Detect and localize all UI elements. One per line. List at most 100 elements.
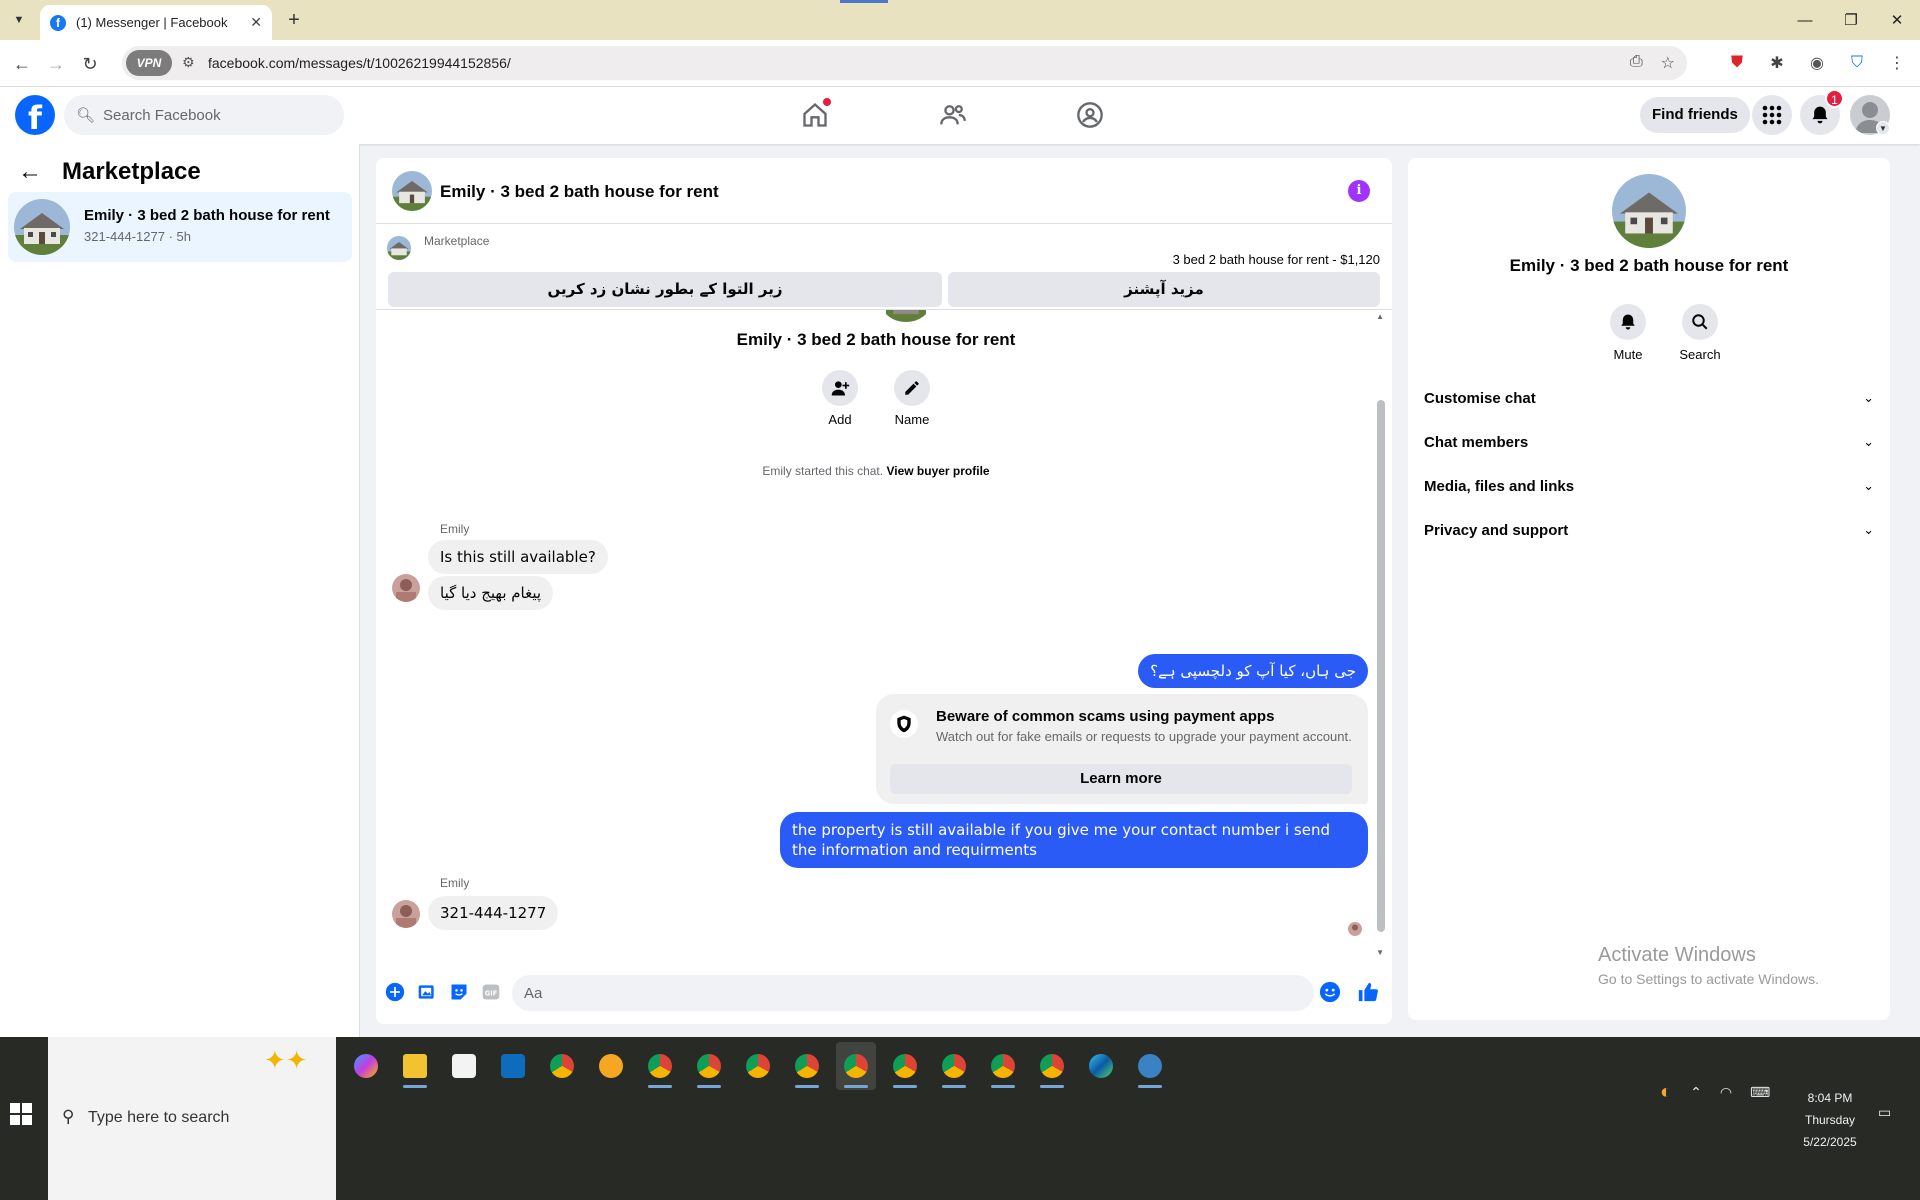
- search-action[interactable]: Search: [1670, 304, 1730, 362]
- taskbar-clock[interactable]: 8:04 PM Thursday 5/22/2025: [1790, 1087, 1870, 1153]
- scam-description: Watch out for fake emails or requests to…: [936, 729, 1352, 744]
- site-info-icon[interactable]: ⚙: [182, 54, 195, 71]
- taskbar-search[interactable]: ⚲ Type here to search ✦✦: [48, 1037, 336, 1200]
- ms-store-icon[interactable]: [444, 1042, 484, 1090]
- browser-menu-icon[interactable]: ⋮: [1886, 52, 1908, 74]
- show-hidden-icons-icon[interactable]: ⌃: [1690, 1084, 1702, 1101]
- listing-thumbnail: [14, 199, 70, 255]
- conversation-item[interactable]: Emily · 3 bed 2 bath house for rent 321-…: [8, 192, 352, 262]
- message-incoming-3[interactable]: 321-444-1277: [428, 896, 559, 930]
- message-input[interactable]: [512, 975, 1314, 1011]
- yellow-app-icon[interactable]: [591, 1042, 631, 1090]
- profile-icon[interactable]: ◉: [1806, 52, 1828, 74]
- find-friends-button[interactable]: Find friends: [1640, 97, 1750, 133]
- sender-avatar-2[interactable]: [392, 900, 420, 928]
- nav-home[interactable]: [795, 97, 835, 133]
- nav-groups[interactable]: [1070, 97, 1110, 133]
- message-scrollbar[interactable]: [1377, 400, 1385, 932]
- listing-title-price[interactable]: 3 bed 2 bath house for rent - $1,120: [1173, 252, 1380, 267]
- extensions-puzzle-icon[interactable]: ✱: [1766, 52, 1788, 74]
- back-icon[interactable]: ←: [10, 52, 34, 76]
- browser-tab-messenger[interactable]: f (1) Messenger | Facebook ✕: [40, 5, 272, 40]
- details-thumbnail[interactable]: [1612, 174, 1686, 248]
- photo-icon[interactable]: [416, 981, 438, 1003]
- message-list[interactable]: Emily · 3 bed 2 bath house for rent Add …: [376, 310, 1392, 961]
- chrome-profile-5-icon[interactable]: [836, 1042, 876, 1090]
- blue-app-icon[interactable]: [1130, 1042, 1170, 1090]
- file-explorer-icon[interactable]: [395, 1042, 435, 1090]
- accordion-media-files-links[interactable]: Media, files and links ⌄: [1424, 468, 1874, 504]
- chevron-down-icon: ⌄: [1863, 390, 1874, 405]
- reload-icon[interactable]: ↻: [78, 52, 102, 76]
- message-outgoing-2[interactable]: the property is still available if you g…: [780, 812, 1368, 868]
- plus-icon[interactable]: [384, 981, 406, 1003]
- forward-icon[interactable]: →: [44, 52, 68, 76]
- mark-pending-button[interactable]: زیر التوا کے بطور نشان زد کریں: [388, 272, 942, 307]
- weather-icon[interactable]: ◐: [1660, 1081, 1672, 1104]
- account-chevron-down-icon[interactable]: ▼: [1876, 121, 1890, 135]
- tab-search-chevron-icon[interactable]: ▼: [6, 9, 32, 31]
- chrome-icon[interactable]: [542, 1042, 582, 1090]
- learn-more-button[interactable]: Learn more: [890, 764, 1352, 794]
- sticker-icon[interactable]: [448, 981, 470, 1003]
- restore-window-icon[interactable]: ❐: [1828, 0, 1874, 40]
- notification-center-icon[interactable]: ▭: [1878, 1104, 1900, 1126]
- message-incoming-2[interactable]: پیغام بھیج دیا گیا: [428, 576, 554, 610]
- scroll-down-icon[interactable]: ▼: [1376, 948, 1384, 957]
- facebook-logo-icon[interactable]: f: [15, 95, 55, 135]
- chat-header-thumbnail[interactable]: [392, 171, 432, 211]
- copilot-icon[interactable]: [346, 1042, 386, 1090]
- facebook-search-input[interactable]: [103, 106, 324, 124]
- search-icon: 🔍︎: [76, 107, 96, 124]
- minimize-window-icon[interactable]: —: [1782, 0, 1828, 40]
- chrome-profile-2-icon[interactable]: [689, 1042, 729, 1090]
- vpn-badge[interactable]: VPN: [126, 50, 172, 76]
- windows-start-icon[interactable]: [10, 1103, 36, 1129]
- password-manager-icon[interactable]: ⛉: [1846, 52, 1868, 74]
- taskbar-apps: [346, 1042, 1170, 1090]
- chrome-profile-1-icon[interactable]: [640, 1042, 680, 1090]
- menu-grid-button[interactable]: [1752, 95, 1792, 135]
- thumbs-up-icon[interactable]: [1357, 981, 1379, 1003]
- edge-icon[interactable]: [1081, 1042, 1121, 1090]
- add-people-action[interactable]: Add: [810, 370, 870, 427]
- facebook-header: f 🔍︎ Find friends 1 ▼: [0, 87, 1920, 144]
- facebook-search[interactable]: 🔍︎: [64, 95, 344, 135]
- more-options-button[interactable]: مزید آپشنز: [948, 272, 1380, 307]
- chrome-profile-9-icon[interactable]: [1032, 1042, 1072, 1090]
- chrome-profile-6-icon[interactable]: [885, 1042, 925, 1090]
- keyboard-icon[interactable]: ⌨: [1750, 1084, 1770, 1101]
- url-text[interactable]: facebook.com/messages/t/1002621994415285…: [208, 55, 511, 71]
- message-outgoing-1[interactable]: جی ہاں، کیا آپ کو دلچسپی ہے؟: [1138, 654, 1368, 688]
- chat-title[interactable]: Emily · 3 bed 2 bath house for rent: [440, 182, 719, 202]
- nav-friends[interactable]: [933, 97, 973, 133]
- network-icon[interactable]: ◠: [1720, 1084, 1732, 1101]
- back-arrow-icon[interactable]: ←: [18, 158, 42, 186]
- extension-shield-icon[interactable]: ⛊: [1726, 52, 1748, 74]
- view-buyer-profile-link[interactable]: View buyer profile: [886, 464, 989, 478]
- chrome-profile-4-icon[interactable]: [787, 1042, 827, 1090]
- outlook-icon[interactable]: [493, 1042, 533, 1090]
- info-icon[interactable]: i: [1348, 180, 1370, 202]
- mute-action[interactable]: Mute: [1598, 304, 1658, 362]
- emoji-icon[interactable]: [1319, 981, 1341, 1003]
- scroll-up-icon[interactable]: ▲: [1376, 312, 1384, 321]
- close-window-icon[interactable]: ✕: [1874, 0, 1920, 40]
- new-tab-button[interactable]: +: [282, 8, 306, 32]
- chrome-profile-3-icon[interactable]: [738, 1042, 778, 1090]
- chrome-profile-8-icon[interactable]: [983, 1042, 1023, 1090]
- accordion-customise-chat[interactable]: Customise chat ⌄: [1424, 380, 1874, 416]
- install-app-icon[interactable]: ⎙: [1630, 53, 1643, 73]
- edit-name-action[interactable]: Name: [882, 370, 942, 427]
- bookmark-star-icon[interactable]: ☆: [1661, 53, 1675, 73]
- chrome-profile-7-icon[interactable]: [934, 1042, 974, 1090]
- message-incoming-1[interactable]: Is this still available?: [428, 540, 608, 574]
- address-bar[interactable]: VPN ⚙ facebook.com/messages/t/1002621994…: [122, 46, 1687, 80]
- gif-icon[interactable]: GIF: [480, 981, 502, 1003]
- close-tab-icon[interactable]: ✕: [250, 14, 262, 31]
- accordion-chat-members[interactable]: Chat members ⌄: [1424, 424, 1874, 460]
- sender-avatar[interactable]: [392, 574, 420, 602]
- notifications-button[interactable]: 1: [1800, 89, 1844, 135]
- accordion-privacy-support[interactable]: Privacy and support ⌄: [1424, 512, 1874, 548]
- seen-indicator-avatar: [1348, 922, 1362, 936]
